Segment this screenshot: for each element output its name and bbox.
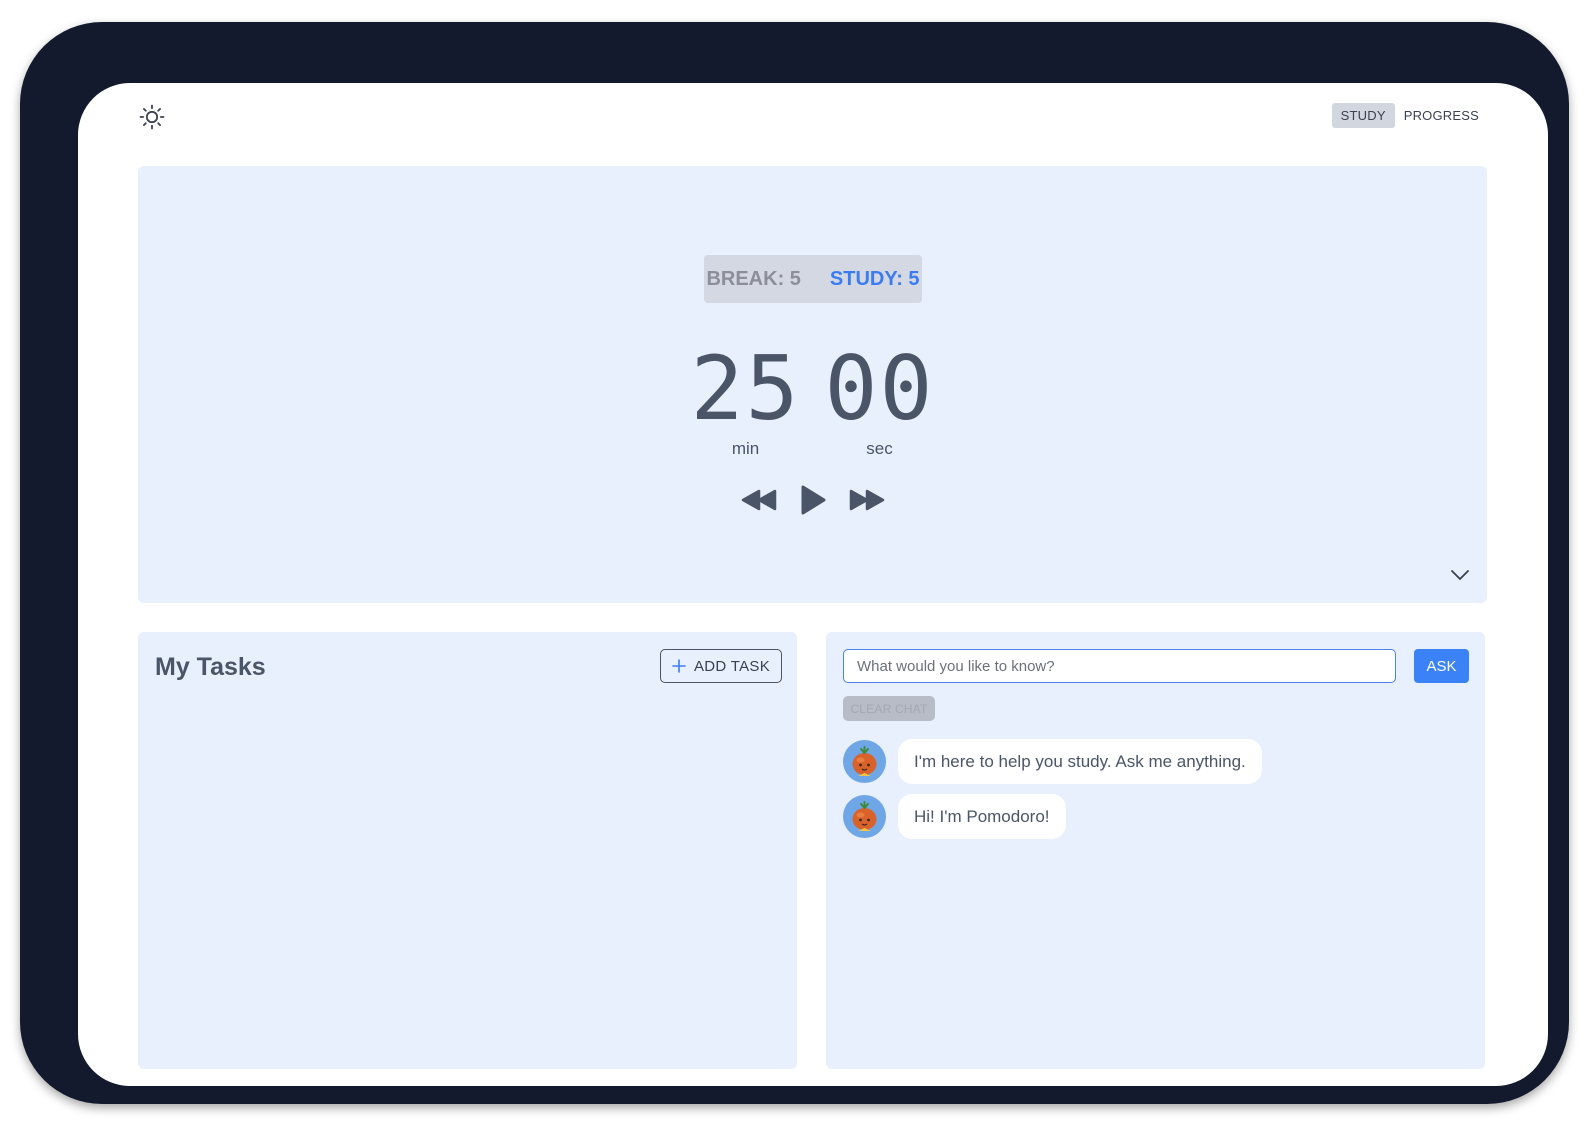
sun-icon <box>139 104 165 130</box>
chat-bubble: I'm here to help you study. Ask me anyth… <box>898 739 1262 784</box>
timer-panel: BREAK: 5 STUDY: 5 25 min 00 sec <box>138 166 1487 603</box>
chevron-down-icon <box>1451 570 1469 580</box>
tomato-avatar-icon <box>852 801 877 831</box>
tab-study[interactable]: STUDY <box>1331 103 1395 128</box>
avatar <box>843 740 886 783</box>
minutes-value: 25 <box>690 337 801 440</box>
tomato-avatar-icon <box>852 746 877 776</box>
seconds-value: 00 <box>824 337 935 440</box>
rewind-button[interactable] <box>740 487 778 513</box>
tasks-panel: My Tasks ADD TASK <box>138 632 797 1069</box>
time-display: 25 min 00 sec <box>138 341 1487 459</box>
seconds-unit: sec <box>866 439 893 458</box>
chat-input[interactable] <box>843 649 1396 683</box>
minutes-block: 25 min <box>691 341 801 459</box>
tasks-title: My Tasks <box>155 653 266 681</box>
theme-toggle-sun-icon[interactable] <box>137 102 167 132</box>
tab-progress[interactable]: PROGRESS <box>1395 103 1488 128</box>
clear-chat-button[interactable]: CLEAR CHAT <box>843 696 935 721</box>
break-mode-label[interactable]: BREAK: 5 <box>706 268 800 291</box>
mode-selector: BREAK: 5 STUDY: 5 <box>704 255 922 303</box>
add-task-label: ADD TASK <box>693 657 771 675</box>
study-mode-label[interactable]: STUDY: 5 <box>830 268 920 291</box>
timer-controls <box>138 484 1487 516</box>
plus-icon <box>672 659 686 673</box>
ask-button[interactable]: ASK <box>1414 649 1469 683</box>
chat-message: I'm here to help you study. Ask me anyth… <box>843 739 1262 784</box>
rewind-icon <box>741 489 776 511</box>
fast-forward-button[interactable] <box>848 487 886 513</box>
play-icon <box>801 485 825 515</box>
chat-message: Hi! I'm Pomodoro! <box>843 794 1262 839</box>
add-task-button[interactable]: ADD TASK <box>660 649 782 683</box>
minutes-unit: min <box>731 439 760 458</box>
device-frame: STUDY PROGRESS BREAK: 5 STUDY: 5 25 min … <box>20 22 1569 1104</box>
chat-messages: I'm here to help you study. Ask me anyth… <box>843 739 1262 849</box>
view-switch: STUDY PROGRESS <box>1331 103 1488 128</box>
play-button[interactable] <box>798 484 828 516</box>
chat-bubble: Hi! I'm Pomodoro! <box>898 794 1066 839</box>
avatar <box>843 795 886 838</box>
app-screen: STUDY PROGRESS BREAK: 5 STUDY: 5 25 min … <box>78 83 1548 1086</box>
collapse-button[interactable] <box>1450 568 1470 587</box>
fast-forward-icon <box>849 489 884 511</box>
chat-panel: ASK CLEAR CHAT <box>826 632 1485 1069</box>
seconds-block: 00 sec <box>825 341 935 459</box>
